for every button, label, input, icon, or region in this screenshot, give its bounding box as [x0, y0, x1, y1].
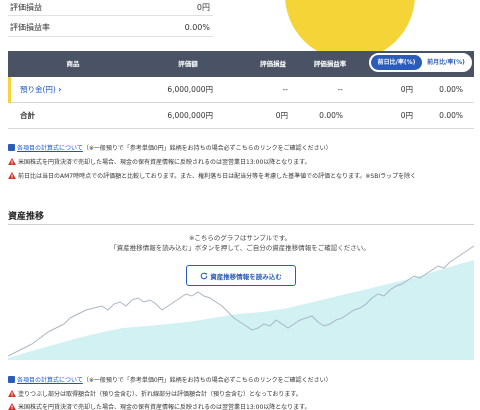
- asset-sample-chart: [8, 245, 474, 360]
- note-text: （※一般預りで「参考単価0円」銘柄をお持ちの場合必ずこちらのリンクをご確認くださ…: [82, 145, 332, 152]
- toggle-prev-day[interactable]: 前日比/率(%): [371, 55, 422, 70]
- note-calc: 各項目の計算式について （※一般預りで「参考単価0円」銘柄をお持ちの場合必ずこち…: [8, 143, 332, 152]
- deposit-link[interactable]: 預り金(円) ›: [20, 77, 61, 103]
- summary-row-pl: 評価損益 0円: [10, 0, 210, 15]
- summary-label: 評価損益: [10, 2, 42, 12]
- summary-row-pl-rate: 評価損益率 0.00%: [10, 19, 210, 35]
- sample-notice: ※こちらのグラフはサンプルです。: [188, 234, 292, 242]
- load-asset-history-button[interactable]: 資産推移情報を読み込む: [186, 265, 296, 286]
- deposit-name: 預り金(円): [20, 85, 56, 94]
- bottom-note-us-stock: 米国株式を円貨決済で売却した場合、現金の保有資産情報に反映されるのは翌営業日13…: [8, 402, 311, 410]
- warning-icon: [8, 172, 16, 179]
- note-text: 塗りつぶし部分は取得額合計（預り金含む）、折れ線部分は評価額合計（預り金含む）と…: [18, 391, 302, 398]
- summary-divider: [8, 15, 213, 16]
- summary-value: 0円: [196, 2, 210, 12]
- note-text: 米国株式を円貨決済で売却した場合、現金の保有資産情報に反映されるのは翌営業日13…: [18, 404, 311, 410]
- diff-toggle: 前日比/率(%) 前月比/率(%): [369, 53, 472, 72]
- toggle-prev-month[interactable]: 前月比/率(%): [422, 55, 470, 70]
- summary-label: 評価損益率: [10, 22, 50, 32]
- total-diff: 0円: [400, 111, 413, 120]
- table-row: 預り金(円) › 6,000,000円 -- -- 0円 0.00%: [8, 77, 474, 103]
- note-text: （※一般預りで「参考単価0円」銘柄をお持ちの場合必ずこちらのリンクをご確認くださ…: [82, 377, 332, 384]
- note-text: 前日比は当日のAM7時時点での評価額と比較しております。また、権利落ち日は配当分…: [18, 173, 417, 180]
- summary-divider: [8, 36, 213, 37]
- deposit-valuation: 6,000,000円: [167, 85, 213, 94]
- calculator-icon: [8, 144, 15, 151]
- total-valuation: 6,000,000円: [167, 111, 213, 120]
- summary-value: 0.00%: [184, 22, 210, 32]
- calc-formula-link[interactable]: 各項目の計算式について: [17, 375, 83, 384]
- section-divider: [8, 224, 474, 225]
- asset-section-title: 資産推移: [8, 212, 45, 222]
- deposit-diff: 0円: [400, 85, 413, 94]
- chevron-right-icon: ›: [58, 85, 62, 94]
- deposit-diff-rate: 0.00%: [439, 85, 463, 94]
- warning-icon: [8, 403, 16, 410]
- header-pl: 評価損益: [260, 60, 286, 68]
- total-pl-rate: 0.00%: [319, 111, 343, 120]
- warning-icon: [8, 390, 16, 397]
- header-valuation: 評価額: [178, 60, 198, 68]
- warning-icon: [8, 158, 16, 165]
- table-row-total: 合計 6,000,000円 0円 0.00% 0円 0.00%: [8, 103, 474, 129]
- note-us-stock: 米国株式を円貨決済で売却した場合、現金の保有資産情報に反映されるのは翌営業日13…: [8, 157, 311, 166]
- row-accent-bar: [8, 77, 11, 103]
- calc-formula-link[interactable]: 各項目の計算式について: [17, 143, 83, 152]
- header-product: 商品: [66, 60, 80, 68]
- total-label: 合計: [20, 111, 35, 120]
- bottom-note-fill: 塗りつぶし部分は取得額合計（預り金含む）、折れ線部分は評価額合計（預り金含む）と…: [8, 389, 302, 398]
- load-button-label: 資産推移情報を読み込む: [210, 272, 282, 281]
- holdings-table-header: 商品 評価額 評価損益 評価損益率 前日比/率(%) 前月比/率(%): [8, 51, 474, 77]
- note-prev-day: 前日比は当日のAM7時時点での評価額と比較しております。また、権利落ち日は配当分…: [8, 171, 416, 180]
- header-pl-rate: 評価損益率: [313, 60, 347, 68]
- calculator-icon: [8, 376, 15, 383]
- reload-icon: [200, 272, 208, 279]
- note-text: 米国株式を円貨決済で売却した場合、現金の保有資産情報に反映されるのは翌営業日13…: [18, 159, 311, 166]
- total-diff-rate: 0.00%: [439, 111, 463, 120]
- bottom-note-calc: 各項目の計算式について （※一般預りで「参考単価0円」銘柄をお持ちの場合必ずこち…: [8, 375, 332, 384]
- total-pl: 0円: [275, 111, 288, 120]
- sample-instruction: 「資産推移情報を読み込む」ボタンを押して、ご自分の資産推移情報をご確認ください。: [110, 244, 370, 252]
- deposit-pl: --: [282, 85, 288, 94]
- deposit-pl-rate: --: [337, 85, 343, 94]
